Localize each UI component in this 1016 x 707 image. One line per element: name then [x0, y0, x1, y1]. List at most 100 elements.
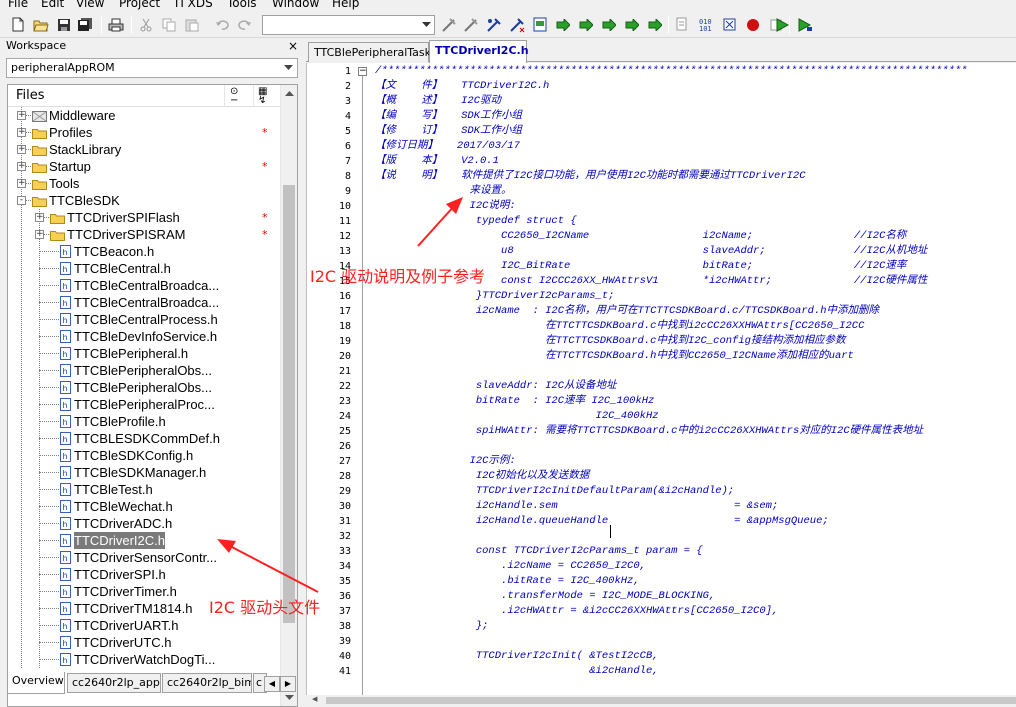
undo-icon[interactable] — [213, 16, 230, 33]
tree-folder-row[interactable]: + Startup * — [8, 158, 280, 175]
next-bookmark-icon[interactable] — [462, 16, 479, 33]
cut-icon[interactable] — [137, 16, 154, 33]
clear-bookmarks-icon[interactable] — [508, 16, 525, 33]
tree-file-row[interactable]: h TTCBleCentralBroadca... — [8, 294, 280, 311]
tab-scroll-left-icon[interactable]: ◀ — [264, 676, 280, 692]
line-number: 2 — [344, 81, 351, 92]
open-icon[interactable] — [32, 16, 49, 33]
tab-overview[interactable]: Overview — [7, 672, 65, 694]
tree-file-row[interactable]: h TTCDriverADC.h — [8, 515, 280, 532]
menu-ti-xds[interactable]: TI XDS — [173, 0, 213, 10]
tab-scroll-right-icon[interactable]: ▶ — [280, 676, 296, 692]
line-text: 【文 件】 TTCDriverI2C.h — [375, 80, 550, 92]
expand-icon[interactable]: + — [35, 213, 44, 222]
expand-icon[interactable]: + — [17, 111, 26, 120]
tree-file-row[interactable]: h TTCBleDevInfoService.h — [8, 328, 280, 345]
collapse-icon[interactable]: - — [17, 196, 26, 205]
menu-view[interactable]: View — [76, 0, 104, 10]
svg-text:h: h — [63, 299, 68, 308]
tree-file-row[interactable]: h TTCBleWechat.h — [8, 498, 280, 515]
tree-file-row[interactable]: h TTCBlePeripheralProc... — [8, 396, 280, 413]
tree-file-row[interactable]: h TTCBLESDKCommDef.h — [8, 430, 280, 447]
tree-folder-row[interactable]: + TTCDriverSPISRAM * — [8, 226, 280, 243]
chevron-down-icon[interactable] — [281, 59, 295, 77]
expand-icon[interactable]: + — [17, 179, 26, 188]
scroll-thumb[interactable] — [326, 697, 1016, 704]
print-icon[interactable] — [107, 16, 124, 33]
copy-icon[interactable] — [160, 16, 177, 33]
menu-project[interactable]: Project — [119, 0, 160, 10]
configuration-select[interactable]: peripheralAppROM — [6, 58, 298, 78]
tree-file-row[interactable]: h TTCDriverUTC.h — [8, 634, 280, 651]
navigate-forward-icon[interactable] — [600, 16, 617, 33]
menu-tools[interactable]: Tools — [227, 0, 257, 10]
tree-file-row[interactable]: h TTCDriverWatchDogTi... — [8, 651, 280, 668]
save-all-icon[interactable] — [76, 16, 93, 33]
file-tree-header: Files ⊙ − ▦ ↯ — [8, 85, 280, 107]
editor-horizontal-scrollbar[interactable]: ◀ — [306, 695, 1016, 705]
tree-folder-row[interactable]: + Profiles * — [8, 124, 280, 141]
debug-without-download-icon[interactable] — [796, 16, 813, 33]
stop-build-icon[interactable] — [744, 16, 761, 33]
expand-icon[interactable]: + — [17, 145, 26, 154]
tree-file-row[interactable]: h TTCBleProfile.h — [8, 413, 280, 430]
make-icon[interactable]: 010 101 — [698, 16, 715, 33]
expand-icon[interactable]: + — [17, 162, 26, 171]
close-icon[interactable]: × — [288, 38, 298, 54]
svg-text:h: h — [63, 639, 68, 648]
settings-column-icon[interactable]: ⊙ − — [230, 87, 238, 106]
expand-icon[interactable]: + — [35, 230, 44, 239]
tree-file-row[interactable]: h TTCBlePeripheral.h — [8, 345, 280, 362]
run-icon[interactable] — [646, 16, 663, 33]
chevron-down-icon[interactable] — [418, 16, 434, 34]
scroll-thumb[interactable] — [283, 185, 295, 623]
find-combo[interactable] — [262, 15, 435, 35]
tree-file-row[interactable]: h TTCBlePeripheralObs... — [8, 379, 280, 396]
tab-ttcdriveri2c-h[interactable]: TTCDriverI2C.h — [429, 40, 529, 63]
tree-folder-row[interactable]: + Middleware — [8, 107, 280, 124]
compile-icon[interactable] — [674, 16, 691, 33]
tab-cc2640r2lp-bim[interactable]: cc2640r2lp_bim — [162, 673, 252, 693]
menu-help[interactable]: Help — [332, 0, 359, 10]
expand-icon[interactable]: + — [17, 128, 26, 137]
tree-file-row[interactable]: h TTCBleCentralProcess.h — [8, 311, 280, 328]
tree-file-row[interactable]: h TTCDriverSPI.h — [8, 566, 280, 583]
tree-file-row[interactable]: h TTCBleSDKManager.h — [8, 464, 280, 481]
tree-folder-row[interactable]: + StackLibrary — [8, 141, 280, 158]
go-to-icon[interactable] — [554, 16, 571, 33]
tree-file-row[interactable]: h TTCBlePeripheralObs... — [8, 362, 280, 379]
tree-file-row[interactable]: h TTCBleCentral.h — [8, 260, 280, 277]
files-column-header[interactable]: Files — [16, 88, 45, 103]
new-file-icon[interactable] — [9, 16, 26, 33]
scroll-left-icon[interactable]: ◀ — [312, 695, 317, 704]
tab-cc2640r2lp-app[interactable]: cc2640r2lp_app — [67, 673, 161, 693]
tree-file-row[interactable]: h TTCDriverUART.h — [8, 617, 280, 634]
tree-folder-row[interactable]: + TTCDriverSPIFlash * — [8, 209, 280, 226]
tree-file-row[interactable]: h TTCBleTest.h — [8, 481, 280, 498]
tree-file-row[interactable]: h TTCDriverSensorContr... — [8, 549, 280, 566]
tree-file-row[interactable]: h TTCBleSDKConfig.h — [8, 447, 280, 464]
find-in-files-icon[interactable] — [531, 16, 548, 33]
menu-window[interactable]: Window — [272, 0, 319, 10]
tree-file-row[interactable]: h TTCDriverI2C.h — [8, 532, 280, 549]
tree-folder-row[interactable]: - TTCBleSDK — [8, 192, 280, 209]
menu-file[interactable]: File — [8, 0, 28, 10]
tree-file-row[interactable]: h TTCBeacon.h — [8, 243, 280, 260]
redo-icon[interactable] — [236, 16, 253, 33]
menu-edit[interactable]: Edit — [41, 0, 64, 10]
toggle-bookmark-icon[interactable] — [440, 16, 457, 33]
step-icon[interactable] — [623, 16, 640, 33]
navigate-back-icon[interactable] — [577, 16, 594, 33]
scroll-up-icon[interactable] — [281, 85, 297, 102]
paste-icon[interactable] — [183, 16, 200, 33]
rebuild-icon[interactable] — [721, 16, 738, 33]
tree-file-row[interactable]: h TTCBleCentralBroadca... — [8, 277, 280, 294]
tree-folder-row[interactable]: + Tools — [8, 175, 280, 192]
code-editor[interactable]: − 1/************************************… — [306, 63, 1016, 695]
debug-icon[interactable] — [773, 16, 790, 33]
save-icon[interactable] — [55, 16, 72, 33]
tab-ttcbleperipheraltask-c[interactable]: TTCBlePeripheralTask.c — [308, 42, 441, 62]
build-status-column-icon[interactable]: ▦ ↯ — [258, 87, 267, 106]
prev-bookmark-icon[interactable] — [485, 16, 502, 33]
code-line: 19 在TTCTTCSDKBoard.c中找到I2C_config接结构添加相应… — [307, 334, 1016, 349]
